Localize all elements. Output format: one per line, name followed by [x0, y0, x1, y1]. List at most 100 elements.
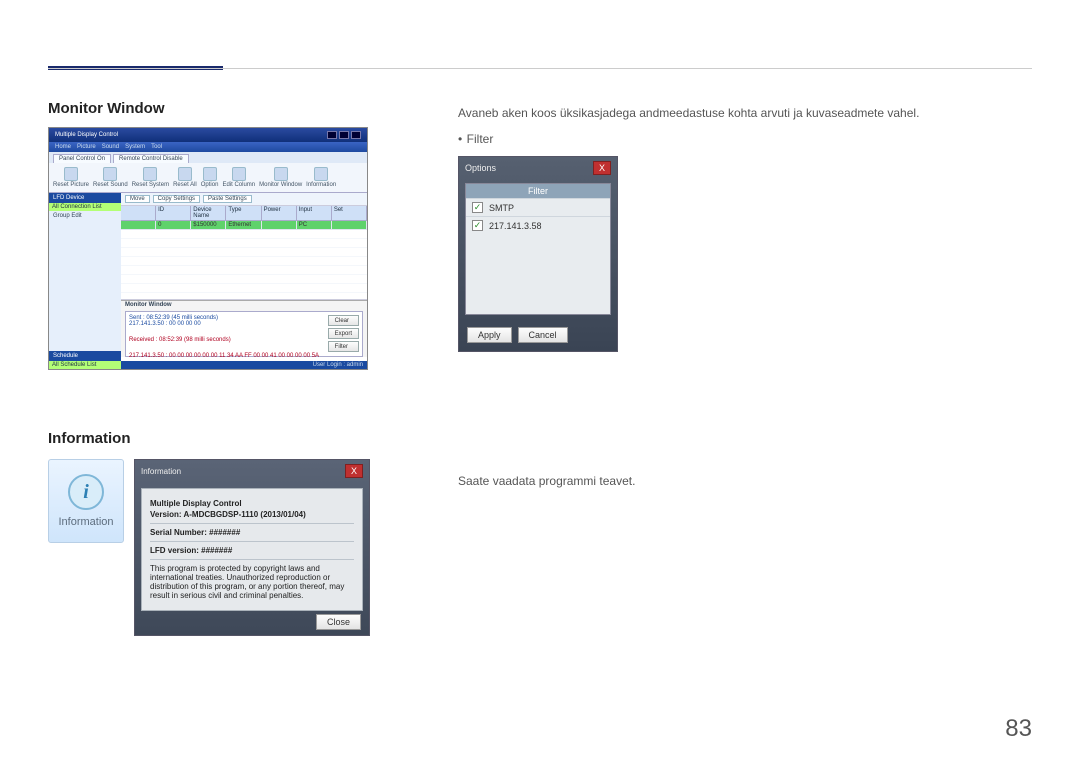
ribbon-label: Reset Picture: [53, 182, 89, 188]
filter-list-header: Filter: [466, 184, 610, 198]
filter-dialog: Options X Filter ✓ SMTP ✓ 217.141.3.58 A…: [458, 156, 618, 352]
ribbon-label: Reset Sound: [93, 182, 128, 188]
sidebar-group[interactable]: Group Edit: [49, 211, 121, 221]
ribbon-label: Monitor Window: [259, 182, 302, 188]
monitor-window-description: Avaneb aken koos üksikasjadega andmeedas…: [458, 104, 1032, 122]
tab-label: Remote Control: [119, 156, 161, 162]
ribbon-reset-picture[interactable]: Reset Picture: [53, 167, 89, 188]
copy-settings-button[interactable]: Copy Settings: [153, 195, 200, 203]
info-app-name: Multiple Display Control: [150, 499, 354, 508]
ribbon-reset-sound[interactable]: Reset Sound: [93, 167, 128, 188]
ribbon-label: Option: [201, 182, 219, 188]
ribbon-monitor-window[interactable]: Monitor Window: [259, 167, 302, 188]
tab-value: On: [97, 156, 105, 162]
cell-check[interactable]: [121, 221, 156, 230]
cell-id: 0: [156, 221, 191, 230]
sidebar-group-label: Group: [53, 213, 70, 219]
monitor-panel-title: Monitor Window: [121, 301, 367, 309]
sidebar-all-connection[interactable]: All Connection List: [49, 203, 121, 211]
export-button[interactable]: Export: [328, 328, 359, 339]
tab-remote-control[interactable]: Remote Control Disable: [113, 154, 189, 163]
ribbon-toolbar: Reset Picture Reset Sound Reset System R…: [49, 163, 367, 193]
app-title-text: Multiple Display Control: [55, 132, 118, 138]
filter-dialog-close-button[interactable]: X: [593, 161, 611, 175]
information-heading: Information: [48, 430, 378, 447]
maximize-icon[interactable]: [339, 131, 349, 139]
menu-system[interactable]: System: [125, 144, 145, 150]
filter-button[interactable]: Filter: [328, 341, 359, 352]
filter-row-ip[interactable]: ✓ 217.141.3.58: [466, 216, 610, 234]
tab-value: Disable: [163, 156, 183, 162]
ribbon-information[interactable]: Information: [306, 167, 336, 188]
checkbox-icon[interactable]: ✓: [472, 220, 483, 231]
reset-picture-icon: [64, 167, 78, 181]
table-row[interactable]: 0 $150000 Ethernet PC: [121, 221, 367, 230]
monitor-sent-detail: 217.141.3.50 : 00 00 00 00: [129, 321, 359, 327]
col-input[interactable]: Input: [297, 206, 332, 220]
grid-empty-rows: [121, 230, 367, 300]
tab-panel-control[interactable]: Panel Control On: [53, 154, 111, 163]
info-legal-text: This program is protected by copyright l…: [150, 564, 354, 600]
ribbon-edit-column[interactable]: Edit Column: [222, 167, 255, 188]
menu-sound[interactable]: Sound: [102, 144, 119, 150]
app-screenshot: Multiple Display Control Home Picture So…: [48, 127, 368, 370]
ribbon-label: Edit Column: [222, 182, 255, 188]
ribbon-label: Information: [306, 182, 336, 188]
reset-all-icon: [178, 167, 192, 181]
ribbon-option[interactable]: Option: [201, 167, 219, 188]
monitor-log: Sent : 08:52:39 (45 milli seconds) 217.1…: [125, 311, 363, 357]
minimize-icon[interactable]: [327, 131, 337, 139]
page-number: 83: [1005, 715, 1032, 743]
close-icon[interactable]: [351, 131, 361, 139]
ribbon-reset-all[interactable]: Reset All: [173, 167, 197, 188]
information-dialog: Information X Multiple Display Control V…: [134, 459, 370, 636]
filter-empty-space: [466, 234, 610, 314]
monitor-recv-detail: 217.141.3.50 : 00 00 00 00 00 00 11 34 A…: [129, 353, 359, 359]
tab-label: Panel Control: [59, 156, 95, 162]
paste-settings-button[interactable]: Paste Settings: [203, 195, 252, 203]
apply-button[interactable]: Apply: [467, 327, 512, 343]
filter-list: Filter ✓ SMTP ✓ 217.141.3.58: [465, 183, 611, 315]
tab-strip: Panel Control On Remote Control Disable: [49, 152, 367, 163]
col-type[interactable]: Type: [226, 206, 261, 220]
move-button[interactable]: Move: [125, 195, 150, 203]
col-set[interactable]: Set: [332, 206, 367, 220]
app-sidebar: LFD Device All Connection List Group Edi…: [49, 193, 121, 369]
ribbon-reset-system[interactable]: Reset System: [132, 167, 169, 188]
reset-sound-icon: [103, 167, 117, 181]
col-id[interactable]: ID: [156, 206, 191, 220]
cell-input: PC: [297, 221, 332, 230]
ribbon-label: Reset System: [132, 182, 169, 188]
info-dialog-titlebar: Information X: [135, 460, 369, 482]
menu-tool[interactable]: Tool: [151, 144, 162, 150]
info-serial: Serial Number: #######: [150, 528, 354, 537]
cancel-button[interactable]: Cancel: [518, 327, 568, 343]
sidebar-all-schedule[interactable]: All Schedule List: [49, 361, 121, 369]
monitor-panel: Monitor Window Sent : 08:52:39 (45 milli…: [121, 300, 367, 357]
filter-dialog-title: Options: [465, 163, 496, 173]
option-icon: [203, 167, 217, 181]
secondary-toolbar: Move Copy Settings Paste Settings: [121, 193, 367, 206]
sidebar-edit-button[interactable]: Edit: [71, 213, 81, 219]
bullet-dot: •: [458, 132, 462, 146]
col-power[interactable]: Power: [262, 206, 297, 220]
filter-row-label: SMTP: [489, 203, 514, 213]
cell-type: Ethernet: [226, 221, 261, 230]
col-device-name[interactable]: Device Name: [191, 206, 226, 220]
information-tile[interactable]: i Information: [48, 459, 124, 543]
checkbox-icon[interactable]: ✓: [472, 202, 483, 213]
monitor-recv-header: Received : 08:52:39 (98 milli seconds): [129, 337, 359, 343]
info-close-button[interactable]: Close: [316, 614, 361, 630]
menu-home[interactable]: Home: [55, 144, 71, 150]
sidebar-lfd-device[interactable]: LFD Device: [49, 193, 121, 203]
ribbon-label: Reset All: [173, 182, 197, 188]
menu-picture[interactable]: Picture: [77, 144, 96, 150]
reset-system-icon: [143, 167, 157, 181]
col-check: [121, 206, 156, 220]
clear-button[interactable]: Clear: [328, 315, 359, 326]
info-dialog-close-button[interactable]: X: [345, 464, 363, 478]
monitor-window-heading: Monitor Window: [48, 100, 378, 117]
filter-row-smtp[interactable]: ✓ SMTP: [466, 198, 610, 216]
cell-power: [262, 221, 297, 230]
sidebar-schedule[interactable]: Schedule: [49, 351, 121, 361]
